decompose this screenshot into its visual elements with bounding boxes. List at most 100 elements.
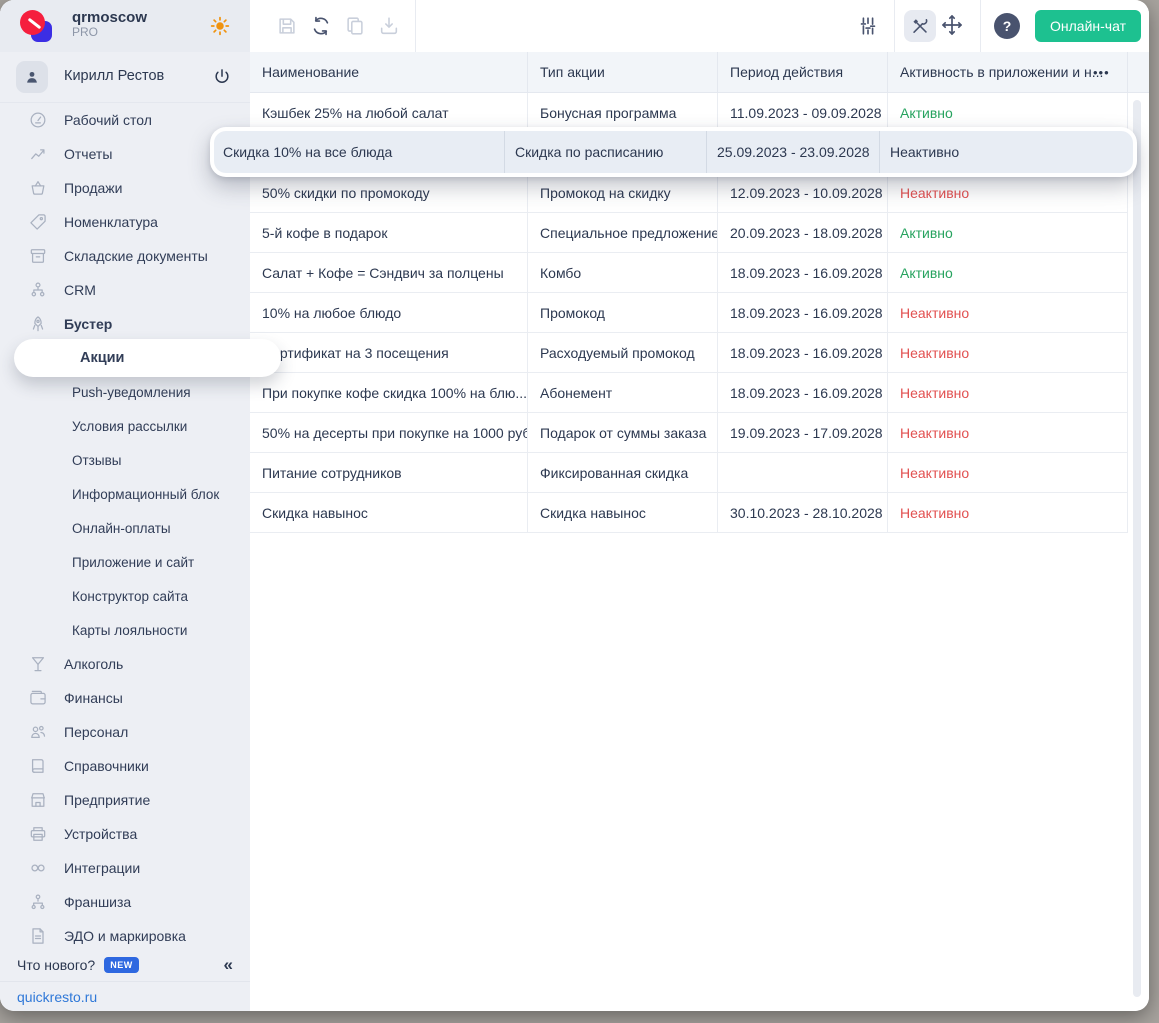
sidebar-subitem[interactable]: Информационный блок bbox=[0, 477, 250, 511]
site-link[interactable]: quickresto.ru bbox=[17, 989, 97, 1005]
cell-period: 18.09.2023 - 16.09.2028 bbox=[718, 373, 888, 412]
table-row[interactable]: 5-й кофе в подарок Специальное предложен… bbox=[250, 213, 1128, 253]
table-row[interactable]: 50% скидки по промокоду Промокод на скид… bbox=[250, 173, 1128, 213]
sidebar-subitem[interactable]: Конструктор сайта bbox=[0, 579, 250, 613]
sidebar-subitem[interactable]: Онлайн-оплаты bbox=[0, 511, 250, 545]
sidebar-item[interactable]: Номенклатура bbox=[0, 205, 250, 239]
sidebar-item[interactable]: CRM bbox=[0, 273, 250, 307]
org-plan-badge: PRO bbox=[72, 25, 99, 40]
booster-icon bbox=[28, 314, 48, 334]
sidebar-subitem-label: Push-уведомления bbox=[72, 384, 191, 400]
cell-name: 50% скидки по промокоду bbox=[250, 173, 528, 212]
sidebar-subitem[interactable]: Приложение и сайт bbox=[0, 545, 250, 579]
sidebar-item-label: Продажи bbox=[64, 180, 123, 196]
help-icon[interactable]: ? bbox=[994, 13, 1021, 39]
toolbar-divider bbox=[415, 0, 416, 52]
sidebar-item[interactable]: Справочники bbox=[0, 749, 250, 783]
table-row[interactable]: При покупке кофе скидка 100% на блю... А… bbox=[250, 373, 1128, 413]
user-avatar-icon bbox=[16, 61, 48, 93]
sidebar-item-label: ЭДО и маркировка bbox=[64, 928, 186, 944]
column-header[interactable]: Активность в приложении и н... bbox=[888, 52, 1128, 92]
app-logo-icon[interactable] bbox=[20, 10, 52, 42]
table-row[interactable]: Скидка навынос Скидка навынос 30.10.2023… bbox=[250, 493, 1128, 533]
sidebar-subitem[interactable]: Акции bbox=[14, 339, 281, 377]
toolbar: ? Онлайн-чат bbox=[250, 0, 1149, 52]
cell-name: 50% на десерты при покупке на 1000 руб. bbox=[250, 413, 528, 452]
sidebar-item[interactable]: Финансы bbox=[0, 681, 250, 715]
cell-status: Неактивно bbox=[900, 344, 970, 361]
dragged-row-card[interactable]: Скидка 10% на все блюда Скидка по распис… bbox=[210, 127, 1137, 177]
sidebar-item[interactable]: Складские документы bbox=[0, 239, 250, 273]
column-settings-icon[interactable] bbox=[857, 15, 879, 37]
table-row[interactable]: Сертификат на 3 посещения Расходуемый пр… bbox=[250, 333, 1128, 373]
sidebar-item[interactable]: Персонал bbox=[0, 715, 250, 749]
cell-status: Неактивно bbox=[900, 464, 970, 481]
table-row[interactable]: Питание сотрудников Фиксированная скидка… bbox=[250, 453, 1128, 493]
sidebar-item[interactable]: Предприятие bbox=[0, 783, 250, 817]
collapse-sidebar-icon[interactable]: « bbox=[224, 955, 233, 975]
cell-type: Подарок от суммы заказа bbox=[528, 413, 718, 452]
sidebar-item-label: Алкоголь bbox=[64, 656, 124, 672]
column-header[interactable]: Период действия bbox=[718, 52, 888, 92]
sidebar-item[interactable]: ЭДО и маркировка bbox=[0, 919, 250, 953]
sidebar-subitem[interactable]: Карты лояльности bbox=[0, 613, 250, 647]
edo-icon bbox=[28, 926, 48, 946]
download-icon[interactable] bbox=[378, 15, 400, 37]
vertical-scrollbar-thumb[interactable] bbox=[1133, 100, 1141, 997]
cell-name: Питание сотрудников bbox=[250, 453, 528, 492]
online-chat-button[interactable]: Онлайн-чат bbox=[1035, 10, 1141, 42]
cell-type: Скидка навынос bbox=[528, 493, 718, 532]
sidebar-footer: Что нового? NEW « quickresto.ru bbox=[0, 949, 250, 1011]
copy-icon[interactable] bbox=[344, 15, 366, 37]
sidebar-item[interactable]: Алкоголь bbox=[0, 647, 250, 681]
new-badge: NEW bbox=[104, 957, 139, 973]
sidebar-item[interactable]: Интеграции bbox=[0, 851, 250, 885]
sidebar-item[interactable]: Рабочий стол bbox=[0, 103, 250, 137]
sidebar-nav: Рабочий стол Отчеты Продажи Номенклатура… bbox=[0, 103, 281, 953]
sidebar-item[interactable]: Устройства bbox=[0, 817, 250, 851]
table-row[interactable]: 10% на любое блюдо Промокод 18.09.2023 -… bbox=[250, 293, 1128, 333]
dashboard-icon bbox=[28, 110, 48, 130]
sidebar-subitem[interactable]: Условия рассылки bbox=[0, 409, 250, 443]
nav-bottom-group: Алкоголь Финансы Персонал Справочники Пр… bbox=[0, 647, 250, 953]
edit-mode-tools-button[interactable] bbox=[904, 10, 937, 42]
org-name: qrmoscow bbox=[72, 9, 148, 26]
sidebar-item-label: CRM bbox=[64, 282, 96, 298]
cell-name: Сертификат на 3 посещения bbox=[250, 333, 528, 372]
table-row[interactable]: Салат + Кофе = Сэндвич за полцены Комбо … bbox=[250, 253, 1128, 293]
finance-icon bbox=[28, 688, 48, 708]
sidebar-subitem[interactable]: Push-уведомления bbox=[0, 375, 250, 409]
whats-new-row[interactable]: Что нового? NEW « bbox=[0, 949, 250, 981]
move-reorder-icon[interactable] bbox=[940, 13, 966, 39]
sidebar-item-label: Номенклатура bbox=[64, 214, 158, 230]
cell-status: Неактивно bbox=[900, 424, 970, 441]
user-row[interactable]: Кирилл Рестов bbox=[0, 52, 250, 103]
sidebar-item[interactable]: Франшиза bbox=[0, 885, 250, 919]
cell-name: При покупке кофе скидка 100% на блю... bbox=[250, 373, 528, 412]
sidebar-item-label: Персонал bbox=[64, 724, 129, 740]
cell-status: Неактивно bbox=[900, 504, 970, 521]
org-block: qrmoscow PRO bbox=[72, 9, 147, 40]
save-icon[interactable] bbox=[276, 15, 298, 37]
refresh-icon[interactable] bbox=[310, 15, 332, 37]
column-header[interactable]: Наименование bbox=[250, 52, 528, 92]
table-row[interactable]: 50% на десерты при покупке на 1000 руб. … bbox=[250, 413, 1128, 453]
sidebar-item[interactable]: Продажи bbox=[0, 171, 250, 205]
more-columns-icon[interactable]: ••• bbox=[1093, 52, 1110, 93]
reference-icon bbox=[28, 756, 48, 776]
warehouse-icon bbox=[28, 246, 48, 266]
sidebar-item-label: Отчеты bbox=[64, 146, 113, 162]
column-header[interactable]: Тип акции bbox=[528, 52, 718, 92]
sidebar-subitem[interactable]: Отзывы bbox=[0, 443, 250, 477]
sidebar-header: qrmoscow PRO bbox=[0, 0, 250, 52]
cell-name: Скидка 10% на все блюда bbox=[214, 131, 505, 173]
cell-type: Комбо bbox=[528, 253, 718, 292]
cell-period: 25.09.2023 - 23.09.2028 bbox=[707, 131, 880, 173]
cell-period: 12.09.2023 - 10.09.2028 bbox=[718, 173, 888, 212]
sidebar-item[interactable]: Бустер bbox=[0, 307, 250, 341]
brightness-theme-icon[interactable] bbox=[209, 15, 231, 37]
cell-status: Неактивно bbox=[900, 304, 970, 321]
logout-power-icon[interactable] bbox=[212, 67, 232, 87]
cell-name: Салат + Кофе = Сэндвич за полцены bbox=[250, 253, 528, 292]
sidebar-subitem-label: Акции bbox=[80, 350, 125, 366]
